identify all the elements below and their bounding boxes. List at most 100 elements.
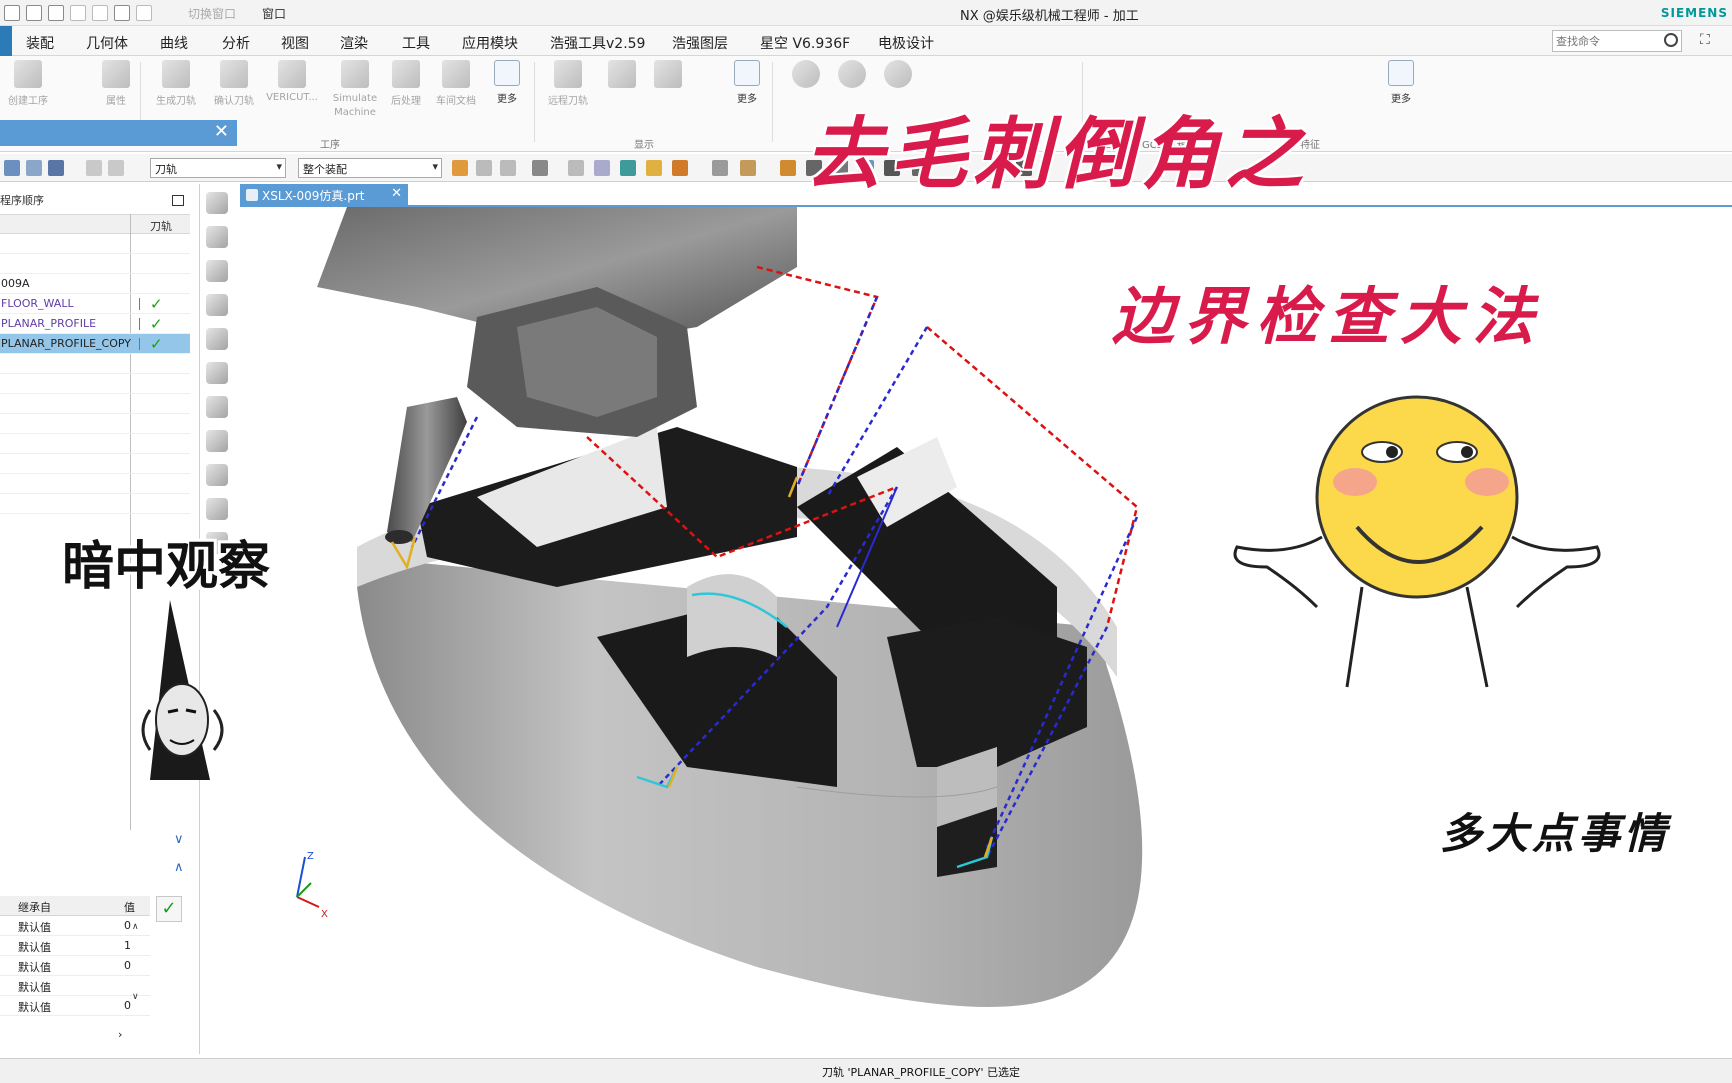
list-item[interactable]: FLOOR_WALL ✓ [0, 294, 190, 314]
menu-render[interactable]: 渲染 [340, 33, 368, 53]
search-icon[interactable] [1664, 33, 1678, 47]
snap-mid-icon[interactable] [594, 160, 610, 176]
layer-icon[interactable] [740, 160, 756, 176]
snap-icon[interactable] [48, 160, 64, 176]
assembly-navigator-icon[interactable] [206, 192, 228, 214]
more-button-display[interactable]: 更多 [730, 60, 764, 105]
search-input[interactable] [1556, 32, 1656, 50]
display-tool-button[interactable] [596, 60, 648, 88]
spindle-holder[interactable] [317, 207, 797, 437]
assembly-filter-combo[interactable]: 整个装配 [298, 158, 442, 178]
vericut-button[interactable]: VERICUT... [266, 60, 318, 103]
lock-bar [139, 318, 140, 330]
menu-tools[interactable]: 工具 [402, 33, 430, 53]
new-file-icon[interactable] [4, 5, 20, 21]
shade-icon[interactable] [780, 160, 796, 176]
menu-electrode[interactable]: 电极设计 [878, 33, 934, 53]
menu-haoqiang-layers[interactable]: 浩强图层 [672, 33, 728, 53]
view-icon[interactable] [108, 160, 124, 176]
close-icon[interactable]: ✕ [214, 121, 229, 142]
pick-icon[interactable] [500, 160, 516, 176]
properties-button[interactable]: 属性 [90, 60, 142, 107]
table-row[interactable]: 默认值 0 [0, 956, 150, 976]
menu-view[interactable]: 视图 [281, 33, 309, 53]
snap-center-icon[interactable] [620, 160, 636, 176]
menu-analysis[interactable]: 分析 [222, 33, 250, 53]
reuse-library-icon[interactable] [206, 294, 228, 316]
apply-check-button[interactable]: ✓ [156, 896, 182, 922]
fullscreen-icon[interactable]: ⛶ [1700, 32, 1710, 48]
document-tab[interactable]: XSLX-009仿真.prt ✕ [240, 184, 408, 206]
select-all-icon[interactable] [452, 160, 468, 176]
list-item-selected[interactable]: PLANAR_PROFILE_COPY ✓ [0, 334, 190, 354]
menu-xingkong[interactable]: 星空 V6.936F [760, 33, 850, 53]
menu-assembly[interactable]: 装配 [26, 33, 54, 53]
part-navigator-icon[interactable] [206, 260, 228, 282]
save-icon[interactable] [48, 5, 64, 21]
command-search[interactable] [1552, 30, 1682, 52]
table-row[interactable]: 默认值 0 [0, 996, 150, 1016]
file-tab[interactable] [0, 26, 12, 56]
deselect-icon[interactable] [476, 160, 492, 176]
process-navigator-icon[interactable] [206, 464, 228, 486]
list-item[interactable]: PLANAR_PROFILE ✓ [0, 314, 190, 334]
web-browser-icon[interactable] [206, 362, 228, 384]
generate-path-button[interactable]: 生成刀轨 [150, 60, 202, 107]
postprocess-button[interactable]: 后处理 [380, 60, 432, 107]
list-item [0, 394, 190, 414]
table-scrollbar[interactable]: ∧ ∨ [132, 920, 139, 1004]
part-icon[interactable] [712, 160, 728, 176]
select-icon[interactable] [26, 160, 42, 176]
constraint-navigator-icon[interactable] [206, 226, 228, 248]
more-button-operation[interactable]: 更多 [490, 60, 524, 105]
play-back-button[interactable] [780, 60, 832, 88]
more-button-feature[interactable]: 更多 [1384, 60, 1418, 105]
filter-icon[interactable] [4, 160, 20, 176]
list-item[interactable] [0, 254, 190, 274]
type-filter-combo[interactable]: 刀轨 [150, 158, 286, 178]
snap-existing-icon[interactable] [672, 160, 688, 176]
scroll-right-icon[interactable]: › [118, 1028, 122, 1041]
switch-window-label[interactable]: 切换窗口 [188, 5, 236, 22]
menu-application[interactable]: 应用模块 [462, 33, 518, 53]
undo-icon[interactable] [70, 5, 86, 21]
pause-button[interactable] [826, 60, 878, 88]
chevron-down-icon[interactable]: ∨ [174, 832, 184, 847]
switch-window-icon[interactable] [136, 5, 152, 21]
shop-doc-button[interactable]: 车间文档 [430, 60, 482, 107]
ribbon-divider [772, 62, 773, 142]
open-file-icon[interactable] [26, 5, 42, 21]
list-item[interactable] [0, 234, 190, 254]
redo-icon[interactable] [92, 5, 108, 21]
create-operation-button[interactable]: 创建工序 [2, 60, 54, 107]
maximize-icon[interactable] [172, 195, 184, 206]
workpiece[interactable] [357, 427, 1143, 1007]
simulate-machine-button[interactable]: Simulate Machine [324, 60, 386, 120]
play-forward-button[interactable] [872, 60, 924, 88]
history-icon[interactable] [206, 396, 228, 418]
close-tab-icon[interactable]: ✕ [391, 186, 402, 201]
show-hide-icon[interactable] [86, 160, 102, 176]
menu-geometry[interactable]: 几何体 [86, 33, 128, 53]
remote-path-button[interactable]: 远程刀轨 [542, 60, 594, 107]
table-row[interactable]: 默认值 1 [0, 936, 150, 956]
view-triad[interactable]: Z X [296, 851, 328, 920]
eye-icon[interactable] [206, 498, 228, 520]
menu-curve[interactable]: 曲线 [160, 33, 188, 53]
list-item[interactable]: 009A [0, 274, 190, 294]
snap-quadrant-icon[interactable] [646, 160, 662, 176]
display-path-button[interactable] [642, 60, 694, 88]
window-menu[interactable]: 窗口 [262, 5, 286, 22]
machine-navigator-icon[interactable] [206, 430, 228, 452]
touch-mode-icon[interactable] [114, 5, 130, 21]
menu-haoqiang-tools[interactable]: 浩强工具v2.59 [550, 33, 645, 53]
snap-point-icon[interactable] [532, 160, 548, 176]
table-row[interactable]: 默认值 0 [0, 916, 150, 936]
floating-dialog-header[interactable]: 操作 ✕ [0, 120, 237, 181]
verify-path-button[interactable]: 确认刀轨 [208, 60, 260, 107]
chevron-up-icon[interactable]: ∧ [174, 860, 184, 875]
table-row[interactable]: 默认值 [0, 976, 150, 996]
verify-path-icon [220, 60, 248, 88]
snap-end-icon[interactable] [568, 160, 584, 176]
hd3d-icon[interactable] [206, 328, 228, 350]
